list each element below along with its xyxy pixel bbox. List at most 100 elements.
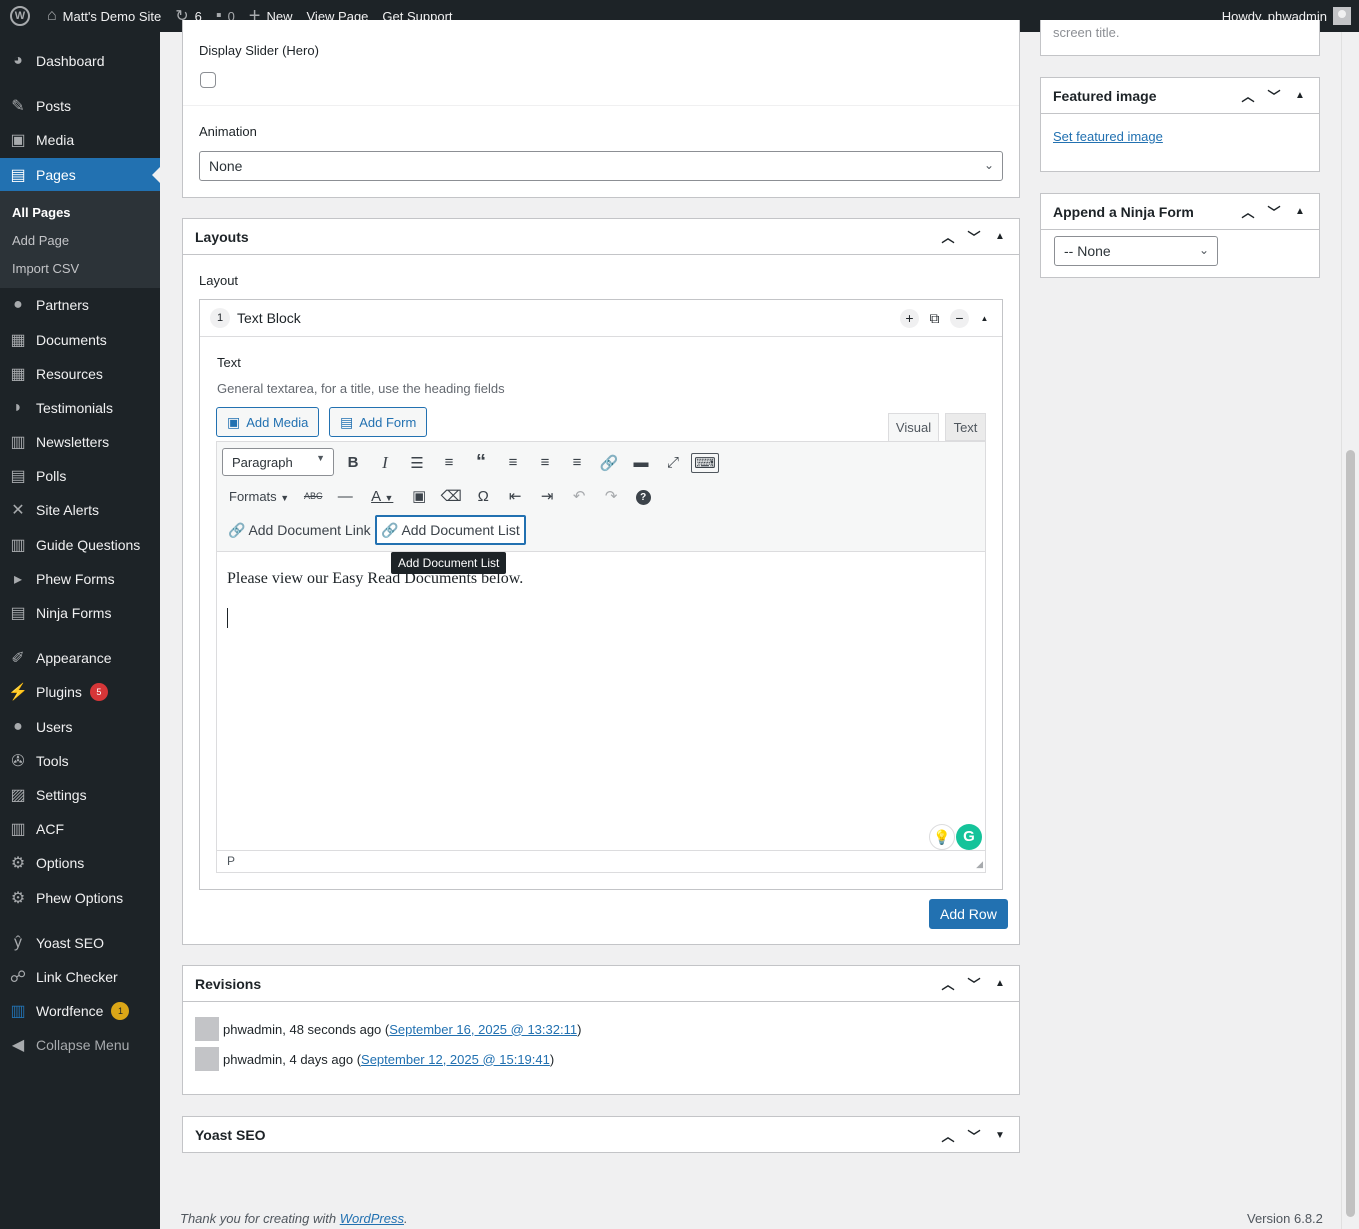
fullscreen-icon[interactable]: ⤢ <box>657 454 689 471</box>
collapse-menu-button[interactable]: ◀ Collapse Menu <box>0 1028 160 1062</box>
add-row-button[interactable]: Add Row <box>929 899 1008 929</box>
outdent-icon[interactable]: ⇤ <box>499 487 531 505</box>
sidebar-item-ninja-forms[interactable]: ▤ Ninja Forms <box>0 596 160 630</box>
move-up-icon[interactable]: ︿ <box>1235 202 1261 221</box>
revision-link[interactable]: September 12, 2025 @ 15:19:41 <box>361 1052 550 1067</box>
add-document-list-button[interactable]: 🔗 Add Document List <box>375 515 526 545</box>
submenu-import-csv[interactable]: Import CSV <box>12 261 79 276</box>
move-down-icon[interactable]: ﹀ <box>961 1126 987 1145</box>
redo-icon[interactable]: ↷ <box>595 487 627 505</box>
sidebar-item-resources[interactable]: ▦ Resources <box>0 357 160 391</box>
avatar <box>1333 7 1351 25</box>
align-center-icon[interactable]: ≡ <box>529 454 561 471</box>
move-up-icon[interactable]: ︿ <box>935 227 961 246</box>
megaphone-icon: ◗ <box>13 399 23 416</box>
sidebar-item-guide-questions[interactable]: ▥ Guide Questions <box>0 528 160 562</box>
wordpress-logo-icon[interactable]: W <box>0 0 40 32</box>
italic-icon[interactable]: I <box>369 453 401 473</box>
collapse-row-icon[interactable]: ▲ <box>975 309 994 328</box>
sidebar-item-phew-forms[interactable]: ▸ Phew Forms <box>0 562 160 596</box>
add-document-link-button[interactable]: 🔗 Add Document Link <box>224 516 375 544</box>
submenu-add-page[interactable]: Add Page <box>12 233 69 248</box>
sidebar-item-appearance[interactable]: ✐ Appearance <box>0 641 160 675</box>
sidebar-item-partners[interactable]: ● Partners <box>0 288 160 322</box>
sidebar-item-site-alerts[interactable]: ✕ Site Alerts <box>0 493 160 527</box>
move-down-icon[interactable]: ﹀ <box>961 227 987 246</box>
toggle-panel-icon[interactable]: ▲ <box>987 978 1013 989</box>
sidebar-item-phew-options[interactable]: ⚙ Phew Options <box>0 881 160 915</box>
sidebar-item-tools[interactable]: ✇ Tools <box>0 744 160 778</box>
link-icon[interactable]: 🔗 <box>593 454 625 472</box>
paste-text-icon[interactable]: ▣ <box>403 487 435 505</box>
wordpress-link[interactable]: WordPress <box>340 1211 404 1226</box>
special-character-icon[interactable]: Ω <box>467 488 499 505</box>
sidebar-item-link-checker[interactable]: ☍ Link Checker <box>0 960 160 994</box>
indent-icon[interactable]: ⇥ <box>531 487 563 505</box>
resize-handle-icon[interactable]: ◢ <box>976 859 983 870</box>
sidebar-item-plugins[interactable]: ⚡ Plugins 5 <box>0 675 160 709</box>
text-color-icon[interactable]: A ▼ <box>361 488 403 505</box>
numbered-list-icon[interactable]: ≡ <box>433 454 465 471</box>
bold-icon[interactable]: B <box>337 454 369 471</box>
partial-help-text: screen title. <box>1053 25 1120 40</box>
move-up-icon[interactable]: ︿ <box>935 974 961 993</box>
scrollbar-thumb[interactable] <box>1346 450 1355 1217</box>
site-name-link[interactable]: ⌂ Matt's Demo Site <box>40 0 168 32</box>
animation-select[interactable]: None ⌄ <box>199 151 1003 181</box>
block-format-select[interactable]: Paragraph ▼ <box>222 448 334 476</box>
add-form-button[interactable]: ▤ Add Form <box>329 407 428 437</box>
submenu-all-pages[interactable]: All Pages <box>12 205 71 220</box>
read-more-icon[interactable]: ▬ <box>625 454 657 471</box>
toggle-panel-icon[interactable]: ▼ <box>987 1130 1013 1141</box>
sidebar-item-testimonials[interactable]: ◗ Testimonials <box>0 391 160 425</box>
toggle-panel-icon[interactable]: ▲ <box>987 231 1013 242</box>
grammarly-icon[interactable]: G <box>956 824 982 850</box>
revision-link[interactable]: September 16, 2025 @ 13:32:11 <box>389 1022 577 1037</box>
sidebar-item-yoast-seo[interactable]: ŷ Yoast SEO <box>0 926 160 960</box>
undo-icon[interactable]: ↶ <box>563 487 595 505</box>
bullet-list-icon[interactable]: ☰ <box>401 454 433 472</box>
sidebar-item-dashboard[interactable]: ◕ Dashboard <box>0 44 160 78</box>
display-slider-checkbox[interactable] <box>200 72 216 88</box>
lightbulb-icon[interactable]: 💡 <box>929 824 955 850</box>
duplicate-icon[interactable]: ⧉ <box>925 309 944 328</box>
sidebar-item-media[interactable]: ▣ Media <box>0 123 160 157</box>
sidebar-item-options[interactable]: ⚙ Options <box>0 846 160 880</box>
sidebar-item-newsletters[interactable]: ▥ Newsletters <box>0 425 160 459</box>
toggle-panel-icon[interactable]: ▲ <box>1287 206 1313 217</box>
formats-menu[interactable]: Formats ▼ <box>229 489 289 504</box>
set-featured-image-link[interactable]: Set featured image <box>1053 129 1163 144</box>
tab-text[interactable]: Text <box>945 413 986 441</box>
move-up-icon[interactable]: ︿ <box>935 1126 961 1145</box>
blockquote-icon[interactable]: “ <box>465 451 497 474</box>
add-media-button[interactable]: ▣ Add Media <box>216 407 320 437</box>
sidebar-item-users[interactable]: ● Users <box>0 710 160 744</box>
sidebar-item-pages[interactable]: ▤ Pages <box>0 158 160 192</box>
help-icon[interactable]: ? <box>627 487 659 505</box>
chevron-down-icon: ▼ <box>316 453 325 463</box>
horizontal-line-icon[interactable]: — <box>329 488 361 505</box>
move-down-icon[interactable]: ﹀ <box>1261 86 1287 105</box>
sidebar-item-wordfence[interactable]: ▥ Wordfence 1 <box>0 994 160 1028</box>
page-scrollbar[interactable] <box>1341 32 1359 1229</box>
sidebar-item-documents[interactable]: ▦ Documents <box>0 323 160 357</box>
layout-row-handle[interactable]: 1 Text Block + ⧉ − ▲ <box>200 300 1002 337</box>
sidebar-item-acf[interactable]: ▥ ACF <box>0 812 160 846</box>
move-up-icon[interactable]: ︿ <box>1235 86 1261 105</box>
revisions-header: Revisions ︿ ﹀ ▲ <box>183 966 1019 1002</box>
tab-visual[interactable]: Visual <box>888 413 939 442</box>
sidebar-item-polls[interactable]: ▤ Polls <box>0 459 160 493</box>
add-row-icon[interactable]: + <box>900 308 919 328</box>
toggle-panel-icon[interactable]: ▲ <box>1287 90 1313 101</box>
ninja-form-select[interactable]: -- None ⌄ <box>1054 236 1218 266</box>
align-left-icon[interactable]: ≡ <box>497 454 529 471</box>
move-down-icon[interactable]: ﹀ <box>961 974 987 993</box>
remove-row-icon[interactable]: − <box>950 308 969 328</box>
strikethrough-icon[interactable]: ABC <box>297 491 329 501</box>
sidebar-item-settings[interactable]: ▨ Settings <box>0 778 160 812</box>
sidebar-item-posts[interactable]: ✎ Posts <box>0 89 160 123</box>
clear-formatting-icon[interactable]: ⌫ <box>435 487 467 505</box>
move-down-icon[interactable]: ﹀ <box>1261 202 1287 221</box>
align-right-icon[interactable]: ≡ <box>561 454 593 471</box>
toolbar-toggle-icon[interactable]: ⌨ <box>691 452 719 473</box>
